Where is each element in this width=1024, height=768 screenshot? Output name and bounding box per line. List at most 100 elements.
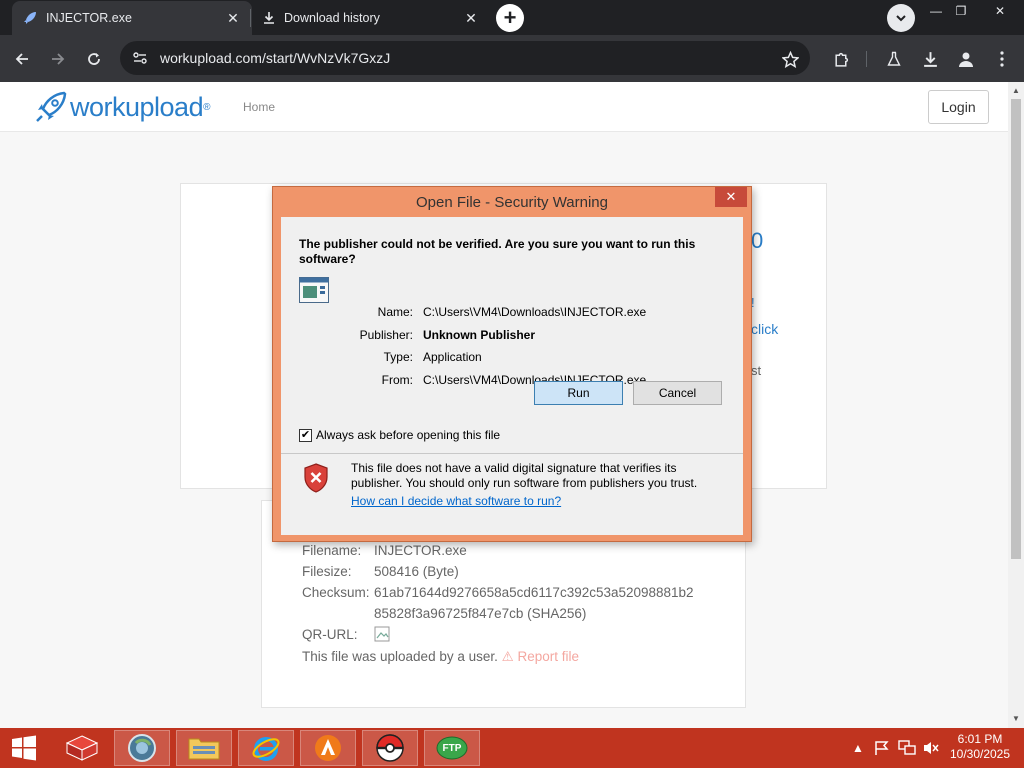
network-icon[interactable] bbox=[898, 728, 916, 768]
reload-button[interactable] bbox=[81, 46, 107, 72]
clock-date: 10/30/2025 bbox=[949, 747, 1011, 761]
menu-button[interactable] bbox=[989, 46, 1015, 72]
login-button[interactable]: Login bbox=[928, 90, 989, 124]
report-file-link[interactable]: Report file bbox=[518, 649, 580, 664]
arrow-left-icon bbox=[15, 53, 28, 65]
download-icon bbox=[264, 12, 274, 24]
scroll-thumb[interactable] bbox=[1011, 99, 1021, 559]
filesize-label: Filesize: bbox=[302, 564, 352, 579]
qr-url-label: QR-URL: bbox=[302, 627, 358, 642]
taskbar-file-explorer[interactable] bbox=[176, 730, 232, 766]
taskbar-avast[interactable] bbox=[300, 730, 356, 766]
reload-icon bbox=[88, 53, 100, 65]
filename-label: Filename: bbox=[302, 543, 362, 558]
taskbar-chrome[interactable] bbox=[114, 730, 170, 766]
browser-globe-icon bbox=[128, 734, 156, 762]
internet-explorer-icon bbox=[252, 737, 280, 761]
close-tab-icon[interactable]: ✕ bbox=[224, 9, 242, 27]
site-settings-icon[interactable] bbox=[132, 50, 148, 66]
bookmark-star-button[interactable] bbox=[777, 46, 803, 72]
nav-home-link[interactable]: Home bbox=[243, 100, 275, 114]
puzzle-icon bbox=[834, 52, 848, 67]
tab-divider bbox=[250, 9, 251, 27]
publisher-value: Unknown Publisher bbox=[423, 328, 536, 342]
checksum-label: Checksum: bbox=[302, 585, 370, 600]
checksum-value-line2: 85828f3a96725f847e7cb (SHA256) bbox=[374, 606, 587, 621]
page-scrollbar[interactable]: ▲ ▼ bbox=[1008, 82, 1024, 728]
tab-label: Download history bbox=[284, 11, 380, 25]
show-hidden-icons-button[interactable]: ▲ bbox=[852, 728, 864, 768]
scroll-down-arrow[interactable]: ▼ bbox=[1012, 714, 1020, 723]
volume-muted-icon[interactable] bbox=[922, 728, 940, 768]
dialog-title: Open File - Security Warning bbox=[415, 193, 608, 211]
run-button[interactable]: Run bbox=[534, 381, 623, 405]
plus-icon: + bbox=[503, 5, 517, 30]
help-link[interactable]: How can I decide what software to run? bbox=[351, 494, 561, 508]
always-ask-row[interactable]: ✔ Always ask before opening this file bbox=[299, 428, 500, 442]
more-vert-icon bbox=[1000, 51, 1004, 67]
restore-button[interactable]: ❐ bbox=[945, 0, 977, 22]
always-ask-checkbox[interactable]: ✔ bbox=[299, 428, 312, 442]
ftp-label: FTP bbox=[442, 742, 462, 754]
close-tab-icon[interactable]: ✕ bbox=[462, 9, 480, 27]
obscured-link-fragment[interactable]: click bbox=[751, 321, 778, 337]
system-clock[interactable]: 6:01 PM 10/30/2025 bbox=[944, 732, 1016, 762]
taskbar-app-red-box[interactable] bbox=[54, 728, 110, 768]
broken-image-icon bbox=[374, 626, 390, 645]
start-button[interactable] bbox=[0, 728, 48, 768]
star-icon bbox=[781, 50, 799, 68]
toolbar-divider bbox=[866, 51, 867, 67]
tab-injector[interactable]: INJECTOR.exe ✕ bbox=[12, 1, 252, 35]
tab-search-button[interactable] bbox=[887, 4, 915, 32]
always-ask-label: Always ask before opening this file bbox=[316, 428, 501, 442]
dialog-body: The publisher could not be verified. Are… bbox=[281, 217, 743, 535]
obscured-text-fragment: st bbox=[751, 363, 762, 378]
forward-button[interactable] bbox=[45, 46, 71, 72]
red-shield-icon bbox=[304, 463, 328, 493]
obscured-heading-fragment: 0 bbox=[751, 228, 764, 253]
site-logo[interactable]: workupload ® bbox=[34, 90, 210, 124]
red-box-app-icon bbox=[65, 735, 99, 761]
tab-download-history[interactable]: Download history ✕ bbox=[252, 1, 490, 35]
browser-tab-strip: INJECTOR.exe ✕ Download history ✕ + — ❐ … bbox=[0, 0, 1024, 35]
taskbar-ftp-app[interactable]: FTP bbox=[424, 730, 480, 766]
labs-button[interactable] bbox=[881, 46, 907, 72]
back-button[interactable] bbox=[9, 46, 35, 72]
clock-time: 6:01 PM bbox=[957, 732, 1003, 746]
window-close-button[interactable]: ✕ bbox=[984, 0, 1016, 22]
rocket-icon bbox=[24, 12, 36, 24]
action-center-flag-icon[interactable] bbox=[874, 728, 890, 768]
warning-text: This file does not have a valid digital … bbox=[351, 461, 698, 490]
arrow-right-icon bbox=[52, 53, 65, 65]
taskbar: FTP ▲ 6:01 PM 10/30/2025 bbox=[0, 728, 1024, 768]
avast-icon bbox=[315, 735, 341, 761]
downloads-button[interactable] bbox=[917, 46, 943, 72]
new-tab-button[interactable]: + bbox=[496, 4, 524, 32]
address-bar[interactable]: workupload.com/start/WvNzVk7GxzJ bbox=[120, 41, 810, 75]
uploaded-by-text: This file was uploaded by a user. bbox=[302, 649, 498, 664]
chevron-down-icon bbox=[896, 15, 906, 22]
extensions-button[interactable] bbox=[828, 46, 854, 72]
scroll-up-arrow[interactable]: ▲ bbox=[1012, 86, 1020, 95]
cancel-button[interactable]: Cancel bbox=[633, 381, 722, 405]
signature-warning: This file does not have a valid digital … bbox=[281, 455, 743, 508]
dialog-close-button[interactable]: ✕ bbox=[715, 187, 747, 207]
logo-text: workupload bbox=[70, 91, 204, 122]
from-label: From: bbox=[381, 373, 413, 387]
filename-value: INJECTOR.exe bbox=[374, 543, 467, 558]
profile-button[interactable] bbox=[953, 46, 979, 72]
dialog-question: The publisher could not be verified. Are… bbox=[299, 237, 696, 266]
browser-toolbar: workupload.com/start/WvNzVk7GxzJ bbox=[0, 35, 1024, 82]
name-label: Name: bbox=[377, 305, 413, 319]
type-label: Type: bbox=[383, 350, 413, 364]
url-text: workupload.com/start/WvNzVk7GxzJ bbox=[160, 50, 391, 66]
type-value: Application bbox=[423, 350, 482, 364]
pokeball-icon bbox=[376, 734, 404, 762]
application-icon bbox=[299, 277, 329, 303]
taskbar-internet-explorer[interactable] bbox=[238, 730, 294, 766]
site-header: workupload ® Home Login bbox=[0, 82, 1008, 132]
taskbar-pokeball-app[interactable] bbox=[362, 730, 418, 766]
tab-label: INJECTOR.exe bbox=[46, 11, 132, 25]
publisher-label: Publisher: bbox=[359, 328, 413, 342]
filesize-value: 508416 (Byte) bbox=[374, 564, 459, 579]
